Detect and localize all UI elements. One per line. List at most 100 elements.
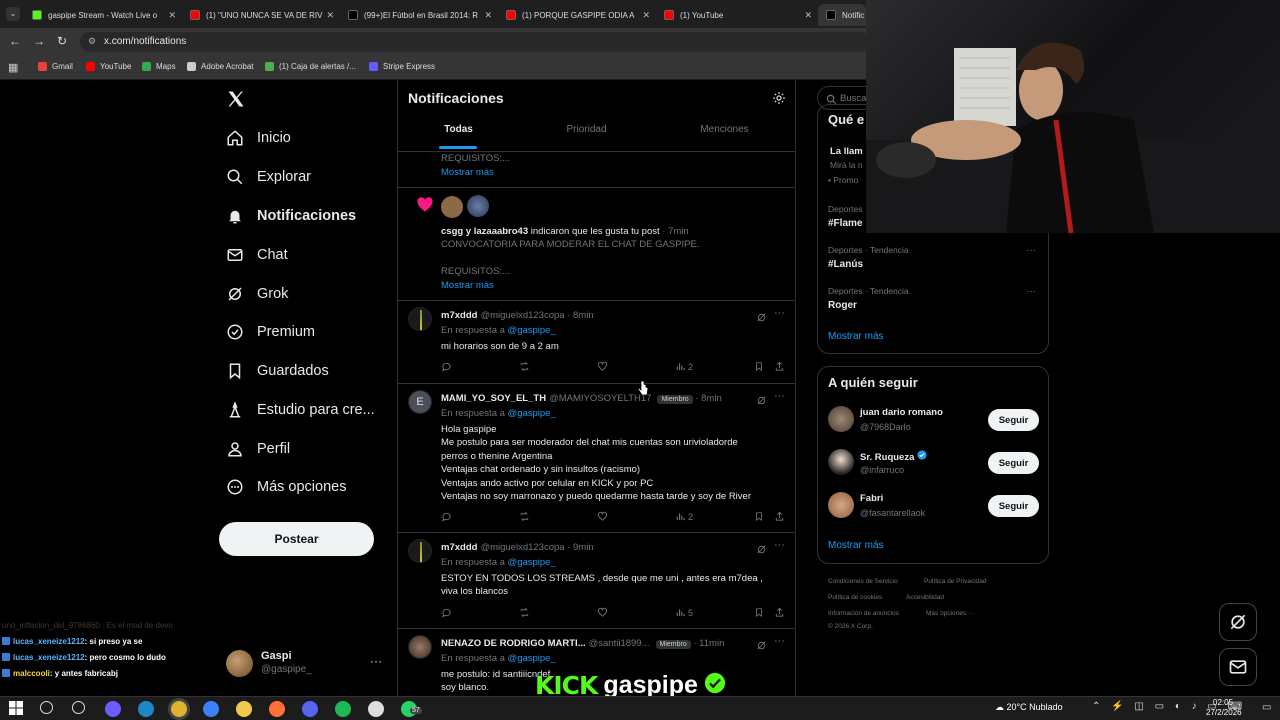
post-time[interactable]: · 8min: [565, 310, 593, 321]
footer-link[interactable]: Política de Privacidad: [924, 578, 987, 585]
settings-icon[interactable]: [772, 91, 786, 105]
firefox-icon[interactable]: [269, 701, 285, 717]
sidebar-item-estudio-para-cre-[interactable]: Estudio para cre...: [226, 396, 375, 424]
avatar[interactable]: [467, 195, 489, 217]
like-icon[interactable]: [597, 607, 608, 620]
reply-icon[interactable]: [441, 511, 452, 524]
post-author-name[interactable]: m7xddd: [441, 310, 477, 321]
sidebar-item-premium[interactable]: Premium: [226, 318, 315, 346]
repost-icon[interactable]: [519, 607, 530, 620]
mention-link[interactable]: @gaspipe_: [508, 557, 556, 568]
avatar[interactable]: [828, 492, 854, 518]
sidebar-item-perfil[interactable]: Perfil: [226, 435, 290, 463]
bookmark-icon[interactable]: [754, 511, 764, 524]
tab-menciones[interactable]: Menciones: [664, 124, 785, 135]
account-switcher[interactable]: Gaspi @gaspipe_ ···: [222, 646, 392, 682]
browser-tab[interactable]: (1) PORQUE GASPIPE ODIA A ✕: [498, 4, 656, 26]
clock-date[interactable]: 27/2/2026: [1206, 708, 1242, 717]
bookmark-icon[interactable]: [754, 361, 764, 374]
avatar[interactable]: [441, 196, 463, 218]
mention-link[interactable]: @gaspipe_: [508, 408, 556, 419]
share-icon[interactable]: [774, 607, 785, 620]
search-icon[interactable]: [40, 701, 53, 714]
repost-icon[interactable]: [519, 511, 530, 524]
avatar[interactable]: E: [408, 390, 432, 414]
browser-tab[interactable]: gaspipe Stream - Watch Live o ✕: [24, 4, 182, 26]
browser-tab[interactable]: (99+)El Fútbol en Brasil 2014: R ✕: [340, 4, 498, 26]
windows-start-icon[interactable]: [9, 701, 23, 720]
weather-widget[interactable]: ☁ 20°C Nublado: [995, 702, 1063, 713]
footer-link[interactable]: Política de cookies: [828, 594, 882, 601]
mention-link[interactable]: @gaspipe_: [508, 653, 556, 664]
bookmark-item[interactable]: Maps: [142, 62, 176, 71]
post-time[interactable]: · 8min: [693, 393, 721, 404]
apps-icon[interactable]: ▦: [8, 61, 18, 74]
bookmark-item[interactable]: YouTube: [86, 62, 131, 71]
more-icon[interactable]: ···: [774, 635, 785, 647]
post-time[interactable]: · 11min: [691, 638, 724, 649]
url-field[interactable]: ⚙ x.com/notifications: [80, 32, 870, 52]
show-more-link[interactable]: Mostrar más: [441, 279, 494, 292]
forward-button[interactable]: →: [33, 34, 45, 48]
notification-icon[interactable]: ▭: [1262, 702, 1271, 713]
bookmark-item[interactable]: Stripe Express: [369, 62, 435, 71]
more-icon[interactable]: ···: [774, 539, 785, 551]
footer-link[interactable]: Accesibilidad: [906, 594, 944, 601]
bookmark-icon[interactable]: [754, 607, 764, 620]
avatar[interactable]: [828, 449, 854, 475]
post-author-name[interactable]: MAMI_YO_SOY_EL_TH: [441, 393, 546, 404]
sidebar-item-grok[interactable]: Grok: [226, 280, 288, 308]
close-tab-icon[interactable]: ✕: [642, 10, 650, 21]
like-icon[interactable]: [597, 511, 608, 524]
bookmark-item[interactable]: (1) Caja de alertas /...: [265, 62, 356, 71]
avatar[interactable]: [828, 406, 854, 432]
post-author-name[interactable]: NENAZO DE RODRIGO MARTI...: [441, 638, 586, 649]
avatar[interactable]: [408, 307, 432, 331]
site-info-icon[interactable]: ⚙: [88, 36, 96, 47]
copilot-icon[interactable]: [105, 701, 121, 717]
promo-title[interactable]: La llam: [830, 146, 863, 157]
more-icon[interactable]: ···: [774, 307, 785, 319]
follow-button[interactable]: Seguir: [988, 409, 1039, 431]
discord-icon[interactable]: [302, 701, 318, 717]
sidebar-item-notificaciones[interactable]: Notificaciones: [226, 202, 356, 230]
post-author-name[interactable]: m7xddd: [441, 542, 477, 553]
github-icon[interactable]: [368, 701, 384, 717]
trend-item[interactable]: Deportes · Tendencia Roger ···: [828, 286, 1038, 320]
close-tab-icon[interactable]: ✕: [326, 10, 334, 21]
share-icon[interactable]: [774, 511, 785, 524]
more-icon[interactable]: ···: [774, 390, 785, 402]
back-button[interactable]: ←: [9, 34, 21, 48]
like-icon[interactable]: [597, 361, 608, 374]
close-tab-icon[interactable]: ✕: [484, 10, 492, 21]
sidebar-item-chat[interactable]: Chat: [226, 241, 288, 269]
chrome-icon[interactable]: [171, 701, 187, 717]
footer-link[interactable]: Condiciones de Servicio: [828, 578, 898, 585]
share-icon[interactable]: [774, 361, 785, 374]
post-author-handle[interactable]: @santii1899...: [589, 638, 650, 649]
more-icon[interactable]: ···: [1026, 245, 1036, 256]
messages-fab[interactable]: [1219, 648, 1257, 686]
trend-item[interactable]: Deportes · Tendencia #Lanús ···: [828, 245, 1038, 279]
x-logo-icon[interactable]: [226, 89, 246, 109]
grok-icon[interactable]: [756, 393, 767, 411]
spotify-icon[interactable]: [335, 701, 351, 717]
repost-icon[interactable]: [519, 361, 530, 374]
post-button[interactable]: Postear: [219, 522, 374, 556]
grok-fab[interactable]: [1219, 603, 1257, 641]
reply-icon[interactable]: [441, 607, 452, 620]
show-more-link[interactable]: Mostrar más: [441, 166, 494, 179]
show-more-follow[interactable]: Mostrar más: [828, 540, 884, 551]
close-tab-icon[interactable]: ✕: [804, 10, 812, 21]
grok-icon[interactable]: [756, 310, 767, 328]
file-explorer-icon[interactable]: [236, 701, 252, 717]
sidebar-item-guardados[interactable]: Guardados: [226, 357, 329, 385]
views-icon[interactable]: [675, 511, 686, 524]
footer-link[interactable]: Más opciones ···: [926, 610, 974, 617]
bookmark-item[interactable]: Adobe Acrobat: [187, 62, 253, 71]
browser-tab[interactable]: (1) "UNO NUNCA SE VA DE RIV ✕: [182, 4, 340, 26]
task-view-icon[interactable]: [72, 701, 85, 714]
post-author-handle[interactable]: @miguelxd123copa: [480, 542, 564, 553]
follow-button[interactable]: Seguir: [988, 452, 1039, 474]
store-icon[interactable]: [203, 701, 219, 717]
